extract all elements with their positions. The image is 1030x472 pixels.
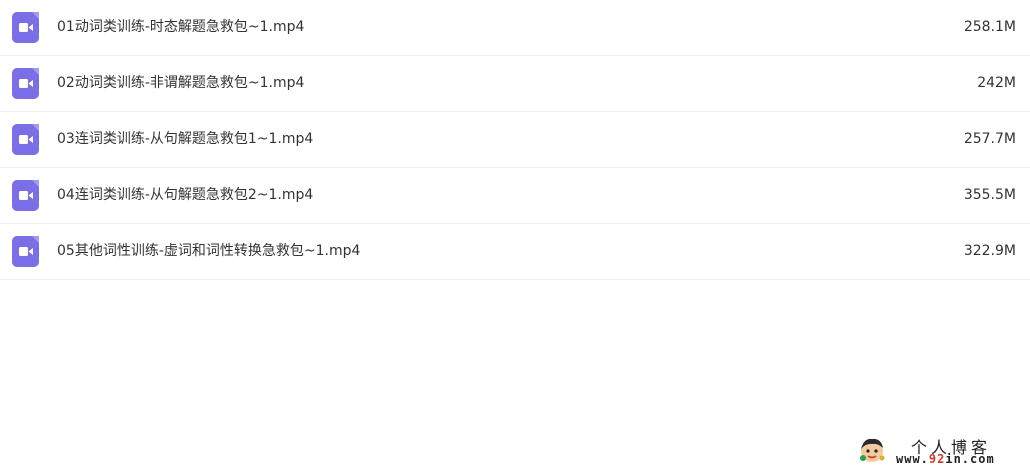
video-file-icon	[12, 124, 39, 155]
file-size: 258.1M	[963, 19, 1016, 35]
video-file-icon	[12, 180, 39, 211]
file-size: 355.5M	[963, 187, 1016, 203]
watermark-url-suffix: in.com	[945, 452, 995, 466]
file-name: 01动词类训练-时态解题急救包~1.mp4	[57, 19, 305, 35]
video-file-icon	[12, 68, 39, 99]
cartoon-face-logo-icon	[858, 436, 886, 464]
watermark-url: www.92in.com	[896, 452, 995, 466]
file-size: 242M	[977, 75, 1016, 91]
file-name: 05其他词性训练-虚词和词性转换急救包~1.mp4	[57, 243, 361, 259]
video-file-icon	[12, 236, 39, 267]
file-row[interactable]: 01动词类训练-时态解题急救包~1.mp4 258.1M	[0, 0, 1030, 56]
file-list: 01动词类训练-时态解题急救包~1.mp4 258.1M 02动词类训练-非谓解…	[0, 0, 1030, 280]
site-watermark: 个人博客 www.92in.com	[858, 434, 1018, 466]
file-row[interactable]: 05其他词性训练-虚词和词性转换急救包~1.mp4 322.9M	[0, 224, 1030, 280]
file-row[interactable]: 04连词类训练-从句解题急救包2~1.mp4 355.5M	[0, 168, 1030, 224]
video-file-icon	[12, 12, 39, 43]
file-row[interactable]: 02动词类训练-非谓解题急救包~1.mp4 242M	[0, 56, 1030, 112]
file-size: 257.7M	[963, 131, 1016, 147]
watermark-url-number: 92	[928, 452, 946, 466]
file-name: 03连词类训练-从句解题急救包1~1.mp4	[57, 131, 314, 147]
file-size: 322.9M	[963, 243, 1016, 259]
file-name: 04连词类训练-从句解题急救包2~1.mp4	[57, 187, 314, 203]
file-name: 02动词类训练-非谓解题急救包~1.mp4	[57, 75, 305, 91]
watermark-url-prefix: www.	[896, 452, 929, 466]
file-row[interactable]: 03连词类训练-从句解题急救包1~1.mp4 257.7M	[0, 112, 1030, 168]
